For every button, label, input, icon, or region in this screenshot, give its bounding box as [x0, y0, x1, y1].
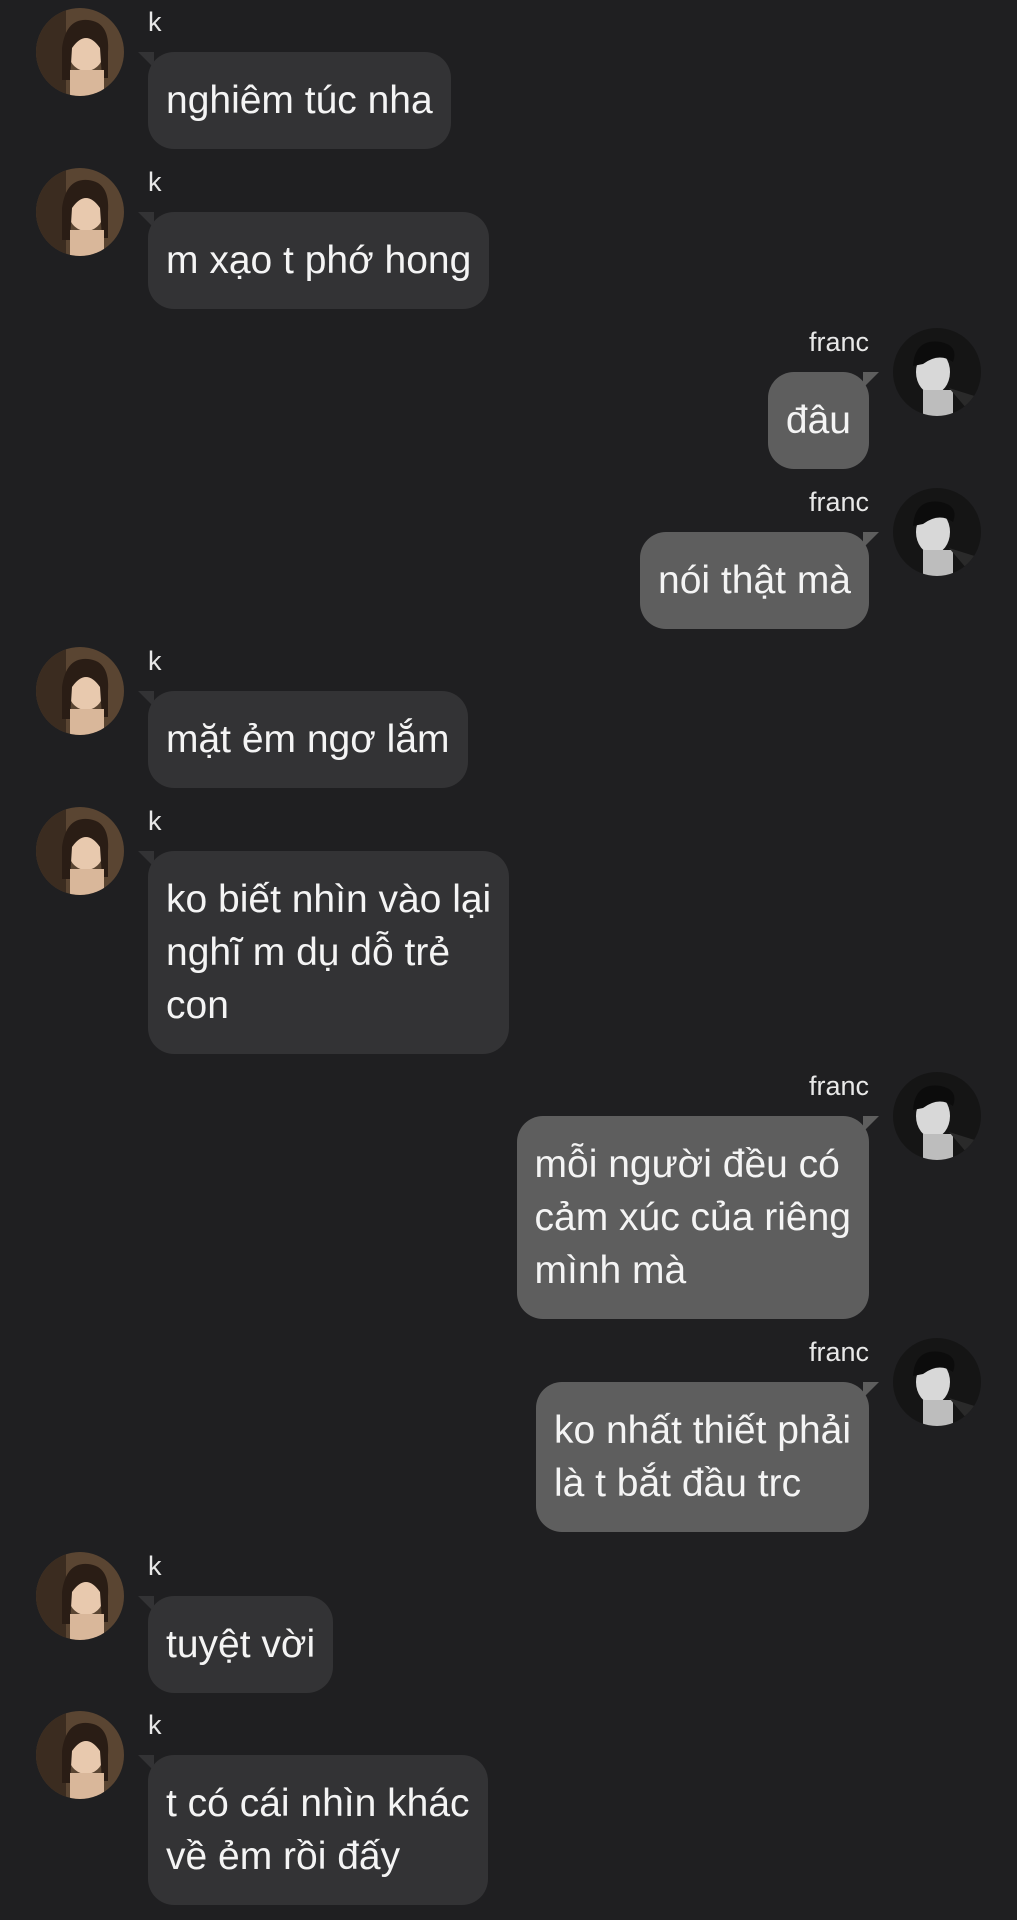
avatar-k-icon[interactable]: [36, 168, 124, 256]
avatar-k-icon[interactable]: [36, 1711, 124, 1799]
sender-name: k: [148, 7, 162, 37]
avatar-k-icon[interactable]: [36, 1552, 124, 1640]
sender-name: franc: [808, 1071, 869, 1101]
sender-name: franc: [808, 487, 869, 517]
chat-conversation[interactable]: k nghiêm túc nha k m xạo t phớ hong fran…: [0, 0, 1017, 1920]
avatar-franc-icon[interactable]: [893, 488, 981, 576]
avatar-k-icon[interactable]: [36, 8, 124, 96]
sender-name: k: [148, 1551, 162, 1581]
sender-name: k: [148, 1710, 162, 1740]
message-bubble[interactable]: ko nhất thiết phải là t bắt đầu trc: [535, 1382, 869, 1532]
avatar-franc-icon[interactable]: [893, 328, 981, 416]
message-bubble[interactable]: t có cái nhìn khác về ẻm rồi đấy: [148, 1755, 488, 1905]
avatar-franc-icon[interactable]: [893, 1338, 981, 1426]
avatar-k-icon[interactable]: [36, 807, 124, 895]
message-bubble[interactable]: đâu: [767, 372, 869, 469]
avatar-franc-icon[interactable]: [893, 1072, 981, 1160]
message-bubble[interactable]: mỗi người đều có cảm xúc của riêng mình …: [516, 1116, 869, 1319]
sender-name: k: [148, 167, 162, 197]
sender-name: franc: [808, 327, 869, 357]
message-bubble[interactable]: ko biết nhìn vào lại nghĩ m dụ dỗ trẻ co…: [148, 851, 510, 1054]
message-bubble[interactable]: nói thật mà: [640, 532, 869, 629]
message-bubble[interactable]: m xạo t phớ hong: [148, 212, 490, 309]
message-bubble[interactable]: tuyệt vời: [148, 1596, 334, 1693]
sender-name: franc: [808, 1337, 869, 1367]
avatar-k-icon[interactable]: [36, 647, 124, 735]
message-bubble[interactable]: mặt ẻm ngơ lắm: [148, 691, 468, 788]
message-bubble[interactable]: nghiêm túc nha: [148, 52, 451, 149]
sender-name: k: [148, 806, 162, 836]
sender-name: k: [148, 646, 162, 676]
